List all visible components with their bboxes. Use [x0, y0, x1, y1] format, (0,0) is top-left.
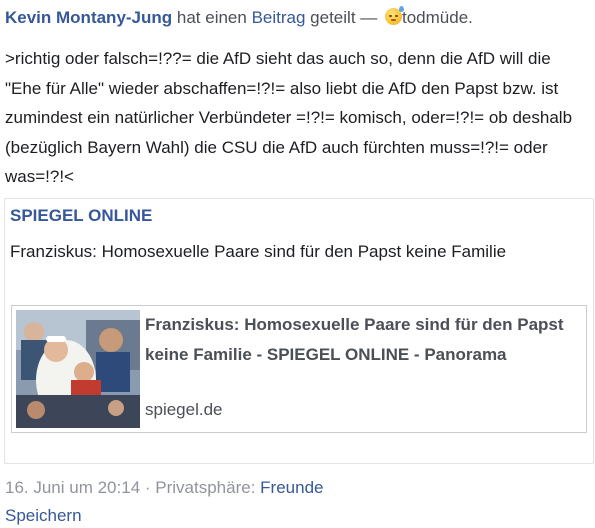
shared-source-link[interactable]: SPIEGEL ONLINE	[10, 204, 152, 228]
shared-post-box: SPIEGEL ONLINE Franziskus: Homosexuelle …	[4, 198, 594, 464]
action-text: hat einen	[172, 8, 252, 27]
author-name-link[interactable]: Kevin Montany-Jung	[5, 8, 172, 27]
meta-separator: ·	[140, 478, 156, 497]
shared-description: Franziskus: Homosexuelle Paare sind für …	[10, 242, 507, 261]
post-header: Kevin Montany-Jung hat einen Beitrag get…	[5, 6, 591, 30]
link-preview-card[interactable]: Franziskus: Homosexuelle Paare sind für …	[11, 305, 587, 433]
privacy-label: Privatsphäre:	[155, 478, 261, 497]
feeling-text: todmüde.	[402, 8, 473, 27]
article-thumbnail[interactable]	[16, 310, 140, 428]
save-link[interactable]: Speichern	[5, 504, 82, 528]
post-object-link[interactable]: Beitrag	[252, 8, 306, 27]
timestamp-link[interactable]: 16. Juni um 20:14	[5, 478, 140, 497]
shared-text: geteilt —	[305, 8, 382, 27]
post-meta: 16. Juni um 20:14 · Privatsphäre: Freund…	[5, 476, 323, 500]
card-title-link[interactable]: Franziskus: Homosexuelle Paare sind für …	[145, 310, 575, 370]
post-body-text: >richtig oder falsch=!??= die AfD sieht …	[5, 49, 573, 186]
privacy-audience-link[interactable]: Freunde	[260, 478, 323, 497]
sleepy-face-icon	[385, 6, 404, 25]
card-domain: spiegel.de	[145, 400, 223, 419]
